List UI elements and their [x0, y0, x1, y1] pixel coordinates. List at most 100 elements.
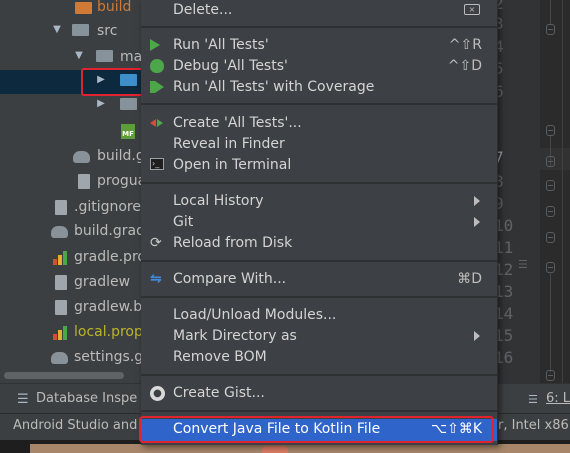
status-message[interactable]: Android Studio and: [13, 418, 137, 433]
tree-item-label: build.g: [97, 148, 141, 164]
terminal-icon: ›_: [150, 158, 165, 173]
tree-item-label: settings.g: [74, 349, 141, 365]
menu-item-run-coverage[interactable]: Run 'All Tests' with Coverage: [141, 77, 497, 98]
gradle-icon: [73, 151, 90, 163]
properties-icon: [53, 325, 67, 340]
menu-item-label: Reload from Disk: [173, 235, 293, 251]
tree-item-build[interactable]: build: [0, 0, 141, 20]
menu-item-compare-with[interactable]: ⇋ Compare With... ⌘D: [141, 269, 497, 290]
menu-item-run-tests[interactable]: Run 'All Tests' ^⇧R: [141, 35, 497, 56]
menu-item-label: Local History: [173, 193, 264, 209]
fold-marker-icon[interactable]: [546, 370, 555, 381]
menu-item-git[interactable]: Git: [141, 212, 497, 233]
fold-marker-icon[interactable]: [546, 232, 555, 243]
menu-item-load-modules[interactable]: Load/Unload Modules...: [141, 305, 497, 326]
manifest-icon: MF: [121, 124, 135, 139]
menu-item-label: Create Gist...: [173, 385, 265, 401]
tree-horizontal-scrollbar[interactable]: [4, 372, 124, 379]
highlight-box-tree-selection: [81, 68, 146, 96]
menu-item-local-history[interactable]: Local History: [141, 191, 497, 212]
menu-separator: [141, 103, 497, 105]
tree-item-gradlew-bat[interactable]: gradlew.b: [0, 296, 141, 320]
tree-item-label: gradlew: [74, 274, 131, 290]
folder-icon: [120, 98, 137, 110]
tree-item-label: ma: [120, 49, 141, 65]
menu-item-open-terminal[interactable]: ›_ Open in Terminal: [141, 155, 497, 176]
menu-item-label: Load/Unload Modules...: [173, 307, 337, 323]
fold-marker-icon[interactable]: [546, 206, 555, 217]
database-inspector-tab[interactable]: Database Inspe: [36, 391, 137, 406]
file-icon: [55, 275, 67, 290]
menu-item-remove-bom[interactable]: Remove BOM: [141, 347, 497, 368]
file-icon: [55, 200, 67, 215]
highlight-box-convert-item: [139, 416, 494, 443]
fold-marker-icon[interactable]: [546, 24, 555, 35]
logcat-icon: ☰: [528, 393, 538, 406]
tree-item-res[interactable]: ▶: [0, 94, 141, 118]
tree-item-local-properties[interactable]: local.prop: [0, 321, 141, 345]
create-test-icon: [150, 116, 165, 131]
folder-icon: [96, 50, 113, 62]
menu-item-shortcut: ⌘D: [457, 271, 482, 287]
menu-item-reveal-finder[interactable]: Reveal in Finder: [141, 134, 497, 155]
tree-item-manifest[interactable]: MF: [0, 120, 141, 144]
fold-marker-icon[interactable]: [546, 125, 555, 136]
tree-item-label: local.prop: [74, 324, 141, 340]
menu-item-label: Reveal in Finder: [173, 136, 285, 152]
submenu-arrow-icon: [474, 331, 480, 341]
run-icon: [150, 38, 165, 53]
menu-item-delete[interactable]: Delete... ×: [141, 0, 497, 21]
menu-item-label: Delete...: [173, 2, 233, 18]
right-margin-guide: [562, 0, 563, 383]
tree-item-label: gradle.pro: [74, 249, 141, 265]
logcat-tab[interactable]: 6: L: [546, 391, 570, 406]
database-icon: ☰: [17, 392, 29, 407]
tree-item-gradlew[interactable]: gradlew: [0, 271, 141, 295]
folder-icon: [72, 24, 89, 36]
reload-icon: ⟳: [150, 235, 162, 251]
tree-item-build-gradle-app[interactable]: build.g: [0, 145, 141, 169]
menu-item-create-tests[interactable]: Create 'All Tests'...: [141, 113, 497, 134]
menu-separator: [141, 410, 497, 412]
menu-item-mark-directory[interactable]: Mark Directory as: [141, 326, 497, 347]
menu-item-create-gist[interactable]: ● Create Gist...: [141, 383, 497, 404]
menu-separator: [141, 374, 497, 376]
tree-item-build-gradle[interactable]: build.grad: [0, 220, 141, 244]
menu-item-debug-tests[interactable]: Debug 'All Tests' ^⇧D: [141, 56, 497, 77]
menu-item-label: Run 'All Tests': [173, 37, 269, 53]
menu-separator: [141, 182, 497, 184]
submenu-arrow-icon: [474, 196, 480, 206]
tree-item-main[interactable]: ▼ ma: [0, 46, 141, 70]
menu-item-shortcut: ^⇧D: [447, 58, 482, 74]
menu-item-label: Remove BOM: [173, 349, 267, 365]
compare-arrows-icon: ⇋: [150, 271, 162, 287]
erase-key-icon: ×: [464, 4, 480, 15]
menu-item-label: Compare With...: [173, 271, 287, 287]
menu-item-reload-disk[interactable]: ⟳ Reload from Disk: [141, 233, 497, 254]
chevron-down-icon[interactable]: ▼: [74, 50, 84, 61]
fold-guide: [550, 272, 551, 372]
fold-marker-icon[interactable]: [546, 156, 555, 167]
file-icon: [55, 300, 67, 315]
tree-item-label: progua: [97, 173, 141, 189]
file-icon: [78, 174, 90, 189]
menu-separator: [141, 260, 497, 262]
chevron-down-icon[interactable]: ▼: [52, 24, 62, 35]
list-icon: ☰: [518, 258, 528, 271]
folder-icon: [75, 2, 92, 14]
menu-separator: [141, 26, 497, 28]
coverage-icon: [150, 80, 165, 95]
debug-bug-icon: [150, 59, 165, 74]
tree-item-gitignore[interactable]: .gitignore: [0, 196, 141, 220]
tree-item-src[interactable]: ▼ src: [0, 20, 141, 44]
chevron-right-icon[interactable]: ▶: [96, 98, 106, 109]
tree-item-gradle-properties[interactable]: gradle.pro: [0, 246, 141, 270]
gradle-icon: [51, 352, 68, 364]
tree-item-settings-gradle[interactable]: settings.g: [0, 346, 141, 370]
tree-item-proguard[interactable]: progua: [0, 170, 141, 194]
fold-marker-icon[interactable]: [546, 180, 555, 191]
project-tree-panel: build ▼ src ▼ ma ▶ ▶ MF build.g progua .…: [0, 0, 141, 383]
tree-item-label: build.grad: [74, 223, 141, 239]
caret-line-highlight: [540, 148, 570, 170]
menu-item-label: Create 'All Tests'...: [173, 115, 302, 131]
